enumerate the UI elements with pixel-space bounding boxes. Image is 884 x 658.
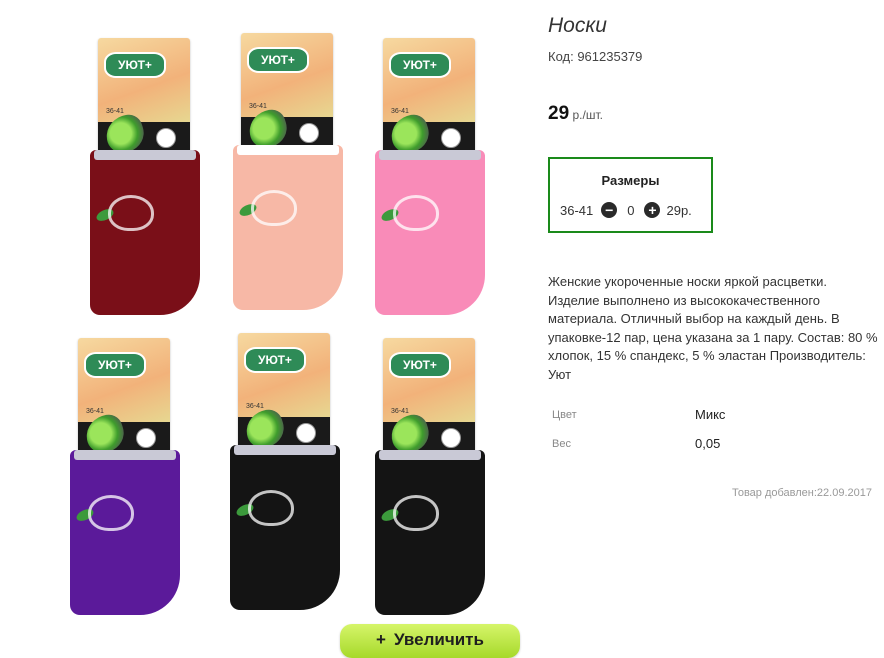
sock-package-5: УЮТ+ 36-41 xyxy=(220,325,365,615)
product-properties: Цвет Микс Вес 0,05 xyxy=(548,405,878,463)
minus-circle-icon[interactable]: − xyxy=(601,202,618,218)
zoom-button-label: Увеличить xyxy=(393,630,484,649)
sock-package-3: УЮТ+ 36-41 xyxy=(365,30,510,320)
size-label: 36-41 xyxy=(560,202,594,218)
brand-logo: УЮТ+ xyxy=(84,352,146,378)
package-size-label: 36-41 xyxy=(86,408,104,415)
property-value: Микс xyxy=(695,407,726,422)
price-value: 29 xyxy=(548,103,570,124)
quantity-value[interactable]: 0 xyxy=(627,203,634,218)
plus-circle-icon[interactable]: + xyxy=(644,202,661,218)
cotton-icon xyxy=(136,428,156,448)
sock-package-6: УЮТ+ 36-41 xyxy=(365,330,510,620)
brand-logo: УЮТ+ xyxy=(247,47,309,73)
property-value: 0,05 xyxy=(695,436,721,451)
cotton-icon xyxy=(441,428,461,448)
flower-icon xyxy=(251,190,297,226)
page-title: Носки xyxy=(548,14,607,37)
cotton-icon xyxy=(441,128,461,148)
property-key: Вес xyxy=(552,438,571,450)
brand-logo: УЮТ+ xyxy=(389,52,451,78)
sock xyxy=(375,150,485,315)
product-image-gallery[interactable]: УЮТ+ 36-41 УЮТ+ 36-41 УЮТ+ 36-41 УЮТ+ 36… xyxy=(60,25,530,635)
sock-cuff xyxy=(234,445,336,455)
flower-icon xyxy=(393,195,439,231)
product-code: Код: 961235379 xyxy=(548,49,643,64)
size-price: 29р. xyxy=(666,202,692,218)
sock-cuff xyxy=(379,450,481,460)
price-unit: р./шт. xyxy=(569,108,603,122)
brand-logo: УЮТ+ xyxy=(244,347,306,373)
product-price: 29 р./шт. xyxy=(548,103,603,125)
sock xyxy=(70,450,180,615)
flower-icon xyxy=(393,495,439,531)
zoom-button[interactable]: + Увеличить xyxy=(340,624,520,658)
cotton-icon xyxy=(156,128,176,148)
added-date: Товар добавлен:22.09.2017 xyxy=(731,487,872,499)
flower-icon xyxy=(88,495,134,531)
sock-cuff xyxy=(379,150,481,160)
package-size-label: 36-41 xyxy=(391,408,409,415)
sock-cuff xyxy=(94,150,196,160)
brand-logo: УЮТ+ xyxy=(389,352,451,378)
cotton-icon xyxy=(296,423,316,443)
package-size-label: 36-41 xyxy=(246,403,264,410)
sizes-heading: Размеры xyxy=(601,173,660,188)
package-size-label: 36-41 xyxy=(391,108,409,115)
sock xyxy=(375,450,485,615)
package-size-label: 36-41 xyxy=(106,108,124,115)
property-row: Цвет Микс xyxy=(548,405,878,434)
sock-package-4: УЮТ+ 36-41 xyxy=(60,330,205,620)
sock xyxy=(230,445,340,610)
sock-cuff xyxy=(237,145,339,155)
sock-package-2: УЮТ+ 36-41 xyxy=(223,25,368,315)
sock xyxy=(233,145,343,310)
product-description: Женские укороченные носки яркой расцветк… xyxy=(548,274,878,382)
sock-cuff xyxy=(74,450,176,460)
brand-logo: УЮТ+ xyxy=(104,52,166,78)
sock-package-1: УЮТ+ 36-41 xyxy=(80,30,225,320)
plus-icon: + xyxy=(376,630,386,649)
property-key: Цвет xyxy=(552,409,577,421)
flower-icon xyxy=(248,490,294,526)
size-row: 36-41 − 0 + 29р. xyxy=(560,202,692,218)
sock xyxy=(90,150,200,315)
property-row: Вес 0,05 xyxy=(548,434,878,463)
flower-icon xyxy=(108,195,154,231)
cotton-icon xyxy=(299,123,319,143)
sizes-panel: Размеры 36-41 − 0 + 29р. xyxy=(548,157,713,233)
package-size-label: 36-41 xyxy=(249,103,267,110)
